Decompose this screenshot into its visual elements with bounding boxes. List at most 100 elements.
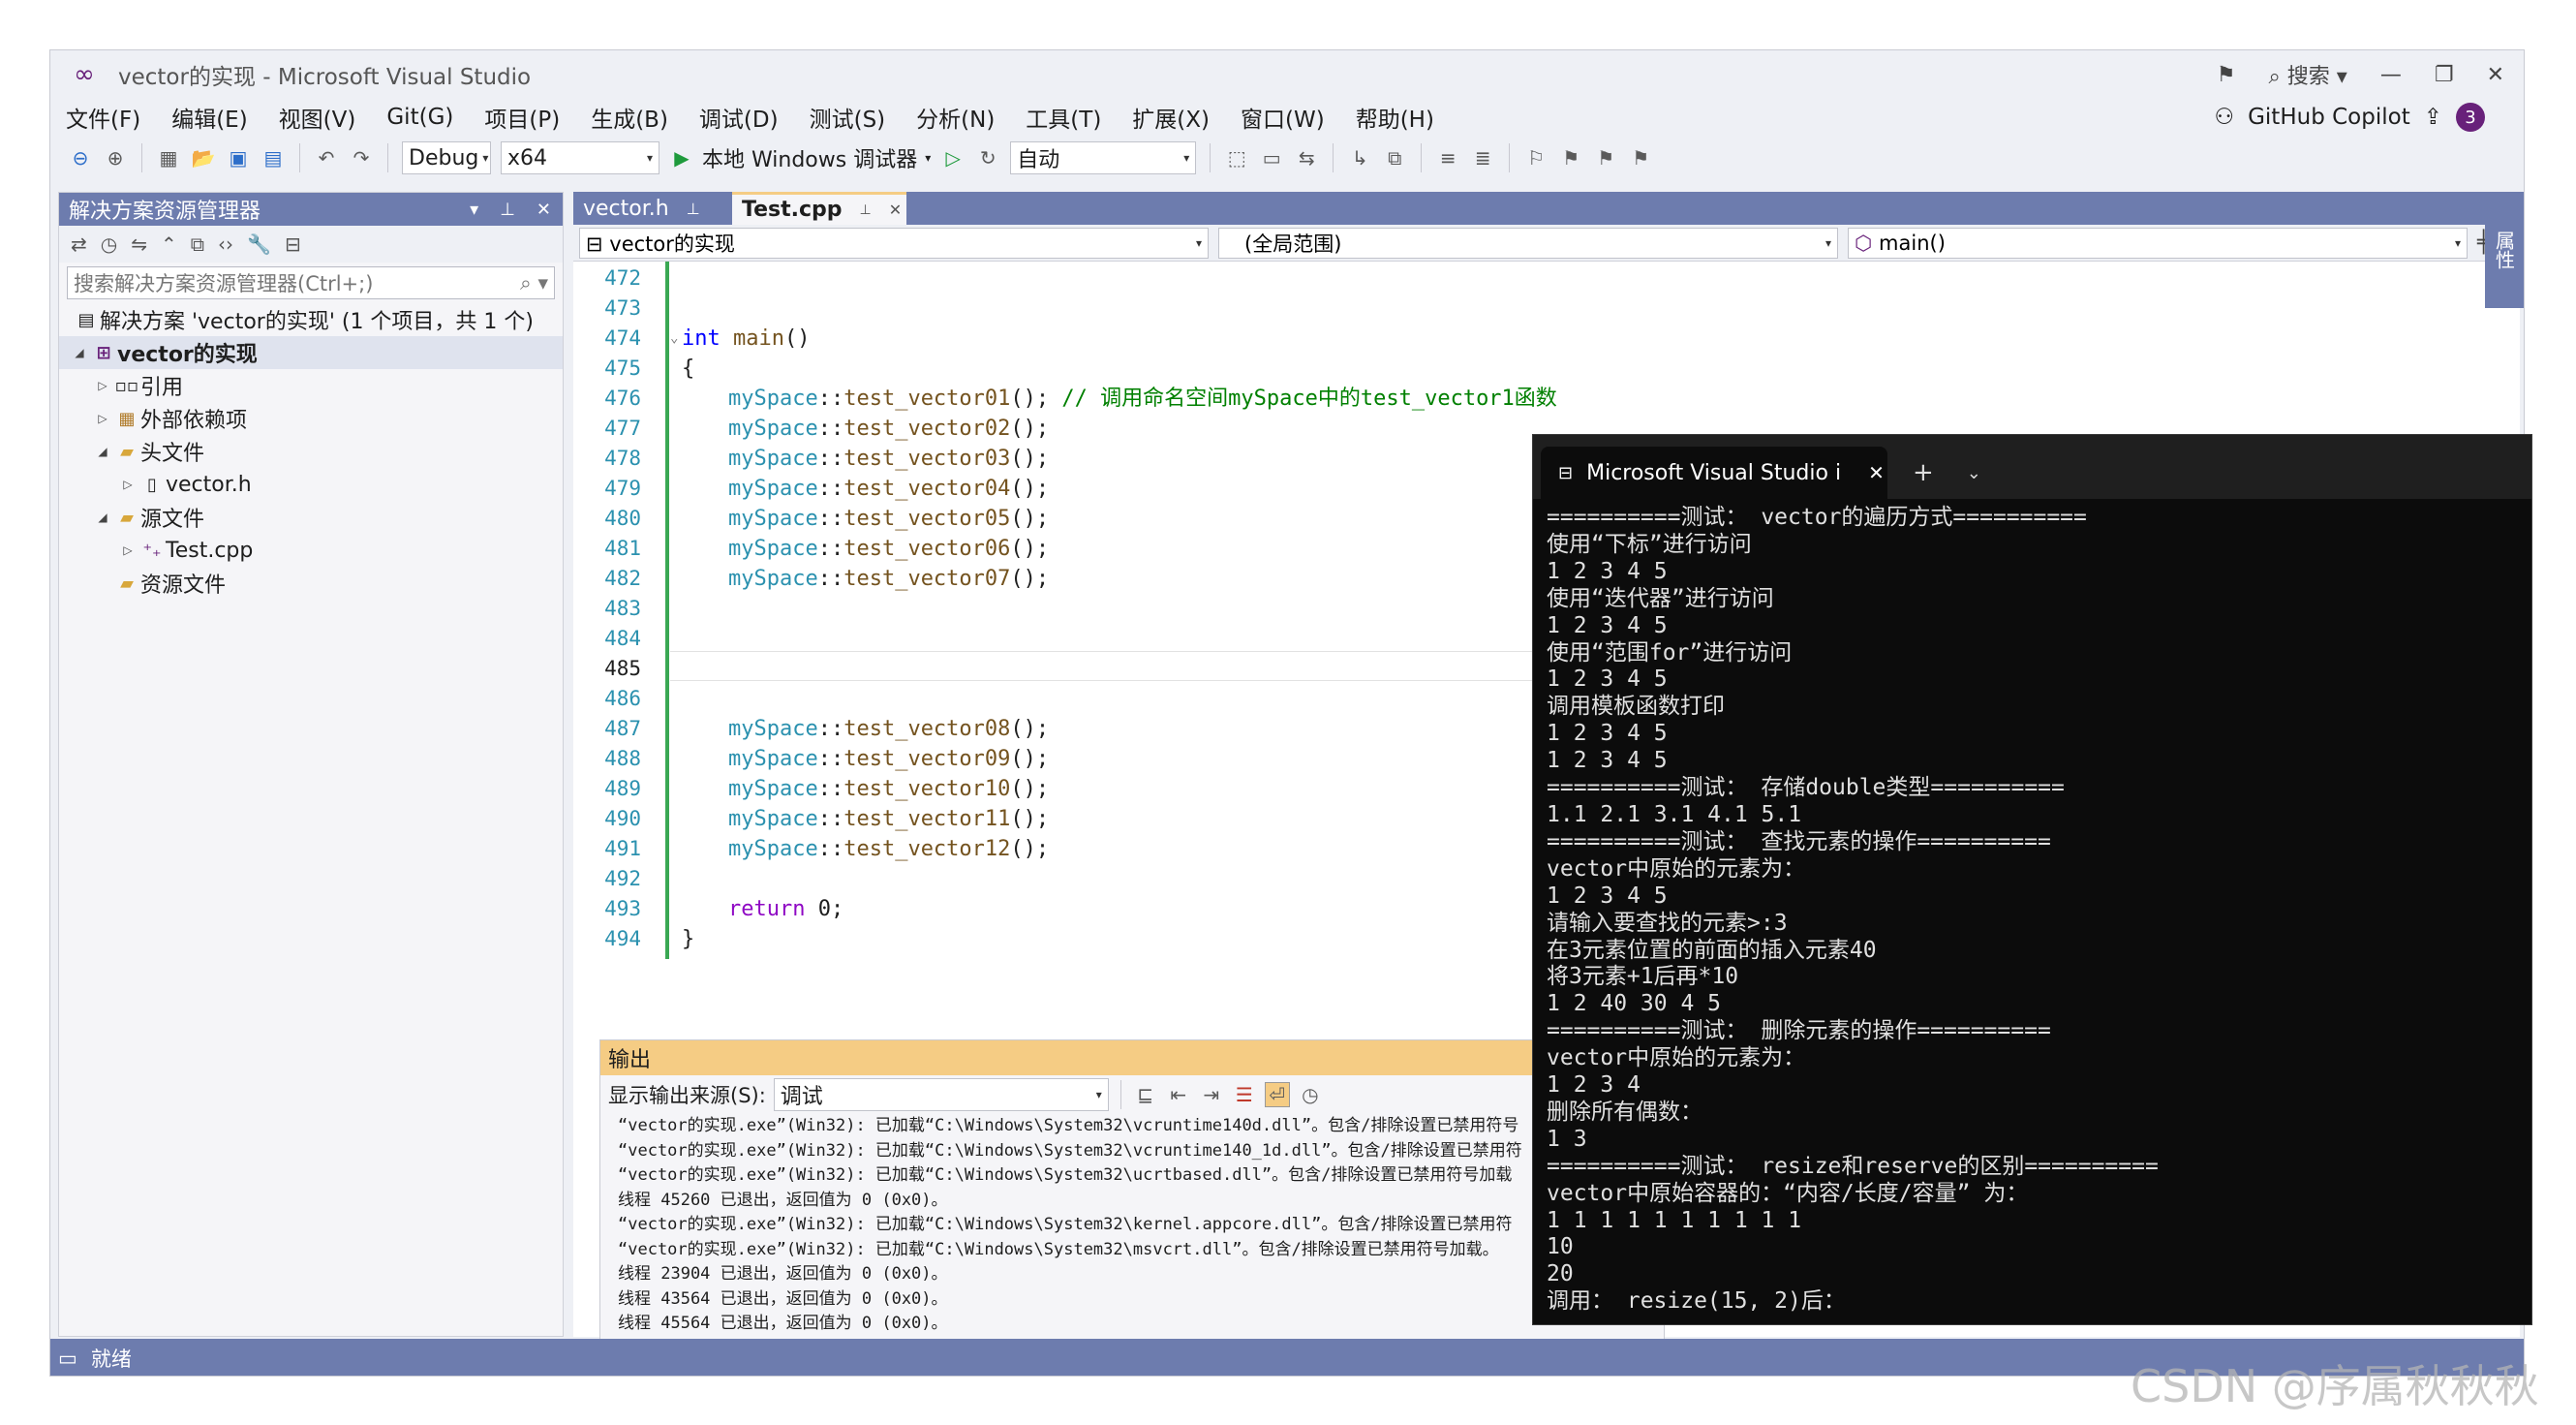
pin-icon[interactable]: ⊥ xyxy=(687,200,700,218)
save-all-icon[interactable]: ▤ xyxy=(261,145,286,170)
menu-project[interactable]: 项目(P) xyxy=(469,101,575,134)
chevron-down-icon[interactable]: ⌄ xyxy=(1967,463,1981,483)
project-nav-select[interactable]: ⊟ vector的实现 ▾ xyxy=(579,227,1209,259)
clear-all-icon[interactable]: ☰ xyxy=(1232,1082,1257,1107)
minimize-button[interactable]: — xyxy=(2380,63,2402,87)
collapsed-icon[interactable]: ▷ xyxy=(92,412,113,425)
expanded-icon[interactable]: ◢ xyxy=(92,511,113,524)
scope-nav-select[interactable]: (全局范围) ▾ xyxy=(1218,227,1838,259)
console-tab[interactable]: ⊟ Microsoft Visual Studio i ✕ xyxy=(1541,447,1887,499)
tree-item-external-deps[interactable]: ▷ ▦ 外部依赖项 xyxy=(59,402,563,435)
collapsed-icon[interactable]: ▷ xyxy=(117,543,138,557)
expanded-icon[interactable]: ◢ xyxy=(92,445,113,458)
layout-icon[interactable]: ▭ xyxy=(1259,145,1284,170)
menu-extensions[interactable]: 扩展(X) xyxy=(1117,101,1225,134)
redo-icon[interactable]: ↷ xyxy=(349,145,374,170)
diagnostics-icon[interactable]: ⇆ xyxy=(1294,145,1319,170)
console-line: 1 2 3 4 xyxy=(1547,1072,1641,1099)
back-icon[interactable]: ⊖ xyxy=(68,145,93,170)
fold-icon[interactable]: ⌄ xyxy=(670,324,678,354)
prev-message-icon[interactable]: ⇤ xyxy=(1166,1082,1191,1107)
pending-changes-icon[interactable]: ⇋ xyxy=(131,232,147,256)
menu-window[interactable]: 窗口(W) xyxy=(1225,101,1340,134)
menu-analyze[interactable]: 分析(N) xyxy=(901,101,1010,134)
comment-icon[interactable]: ≡ xyxy=(1435,145,1460,170)
notification-badge[interactable]: 3 xyxy=(2456,103,2485,132)
menu-test[interactable]: 测试(S) xyxy=(794,101,902,134)
menu-view[interactable]: 视图(V) xyxy=(263,101,372,134)
tree-item-solution[interactable]: ▤ 解决方案 'vector的实现' (1 个项目，共 1 个) xyxy=(59,303,563,336)
save-icon[interactable]: ▣ xyxy=(226,145,251,170)
configuration-select[interactable]: Debug ▾ xyxy=(402,141,491,174)
menu-edit[interactable]: 编辑(E) xyxy=(156,101,262,134)
properties-side-tab[interactable]: 属性 xyxy=(2485,192,2524,308)
timestamp-icon[interactable]: ◷ xyxy=(1298,1082,1323,1107)
github-copilot-button[interactable]: ⚇ GitHub Copilot ⇪ 3 xyxy=(2214,99,2485,136)
close-icon[interactable]: ✕ xyxy=(537,200,551,220)
tab-test-cpp[interactable]: Test.cpp ⊥ ✕ xyxy=(732,192,906,225)
feedback-icon[interactable]: ⚑ xyxy=(2217,63,2236,87)
tree-item-test-cpp[interactable]: ▷ ⁺₊ Test.cpp xyxy=(59,534,563,567)
tree-item-resources[interactable]: ▰ 资源文件 xyxy=(59,567,563,600)
menu-tools[interactable]: 工具(T) xyxy=(1010,101,1117,134)
open-folder-icon[interactable]: 📂 xyxy=(191,145,216,170)
close-icon[interactable]: ✕ xyxy=(1868,461,1885,484)
find-message-icon[interactable]: ⊑ xyxy=(1133,1082,1158,1107)
show-all-files-icon[interactable]: ⧉ xyxy=(191,232,204,256)
bookmark-icon[interactable]: ⚐ xyxy=(1523,145,1549,170)
tree-item-sources[interactable]: ◢ ▰ 源文件 xyxy=(59,501,563,534)
hot-reload-icon[interactable]: ↻ xyxy=(975,145,1000,170)
maximize-button[interactable]: ❐ xyxy=(2435,63,2454,87)
undo-icon[interactable]: ↶ xyxy=(314,145,339,170)
sync-icon[interactable]: ⇄ xyxy=(71,232,87,256)
line-number: 479 xyxy=(604,477,641,500)
line-number: 474 xyxy=(604,326,641,350)
start-debugging-button[interactable]: ▶ 本地 Windows 调试器 ▾ xyxy=(669,142,931,173)
word-wrap-icon[interactable]: ⏎ xyxy=(1264,1082,1290,1107)
copy-icon[interactable]: ⧉ xyxy=(1382,145,1407,170)
collapsed-icon[interactable]: ▷ xyxy=(117,478,138,491)
new-project-icon[interactable]: ▦ xyxy=(156,145,181,170)
code-view-icon[interactable]: ‹› xyxy=(218,232,233,256)
auto-select[interactable]: 自动 ▾ xyxy=(1010,141,1197,174)
menu-help[interactable]: 帮助(H) xyxy=(1340,101,1450,134)
prev-bookmark-icon[interactable]: ⚑ xyxy=(1558,145,1583,170)
browse-icon[interactable]: ⬚ xyxy=(1224,145,1249,170)
next-bookmark-icon[interactable]: ⚑ xyxy=(1593,145,1618,170)
code-token: () xyxy=(783,326,811,351)
forward-icon[interactable]: ⊕ xyxy=(103,145,128,170)
chevron-down-icon[interactable]: ▾ xyxy=(470,200,478,220)
collapsed-icon[interactable]: ▷ xyxy=(92,379,113,392)
clear-bookmarks-icon[interactable]: ⚑ xyxy=(1628,145,1653,170)
platform-select[interactable]: x64 ▾ xyxy=(501,141,659,174)
tree-item-headers[interactable]: ◢ ▰ 头文件 xyxy=(59,435,563,468)
step-icon[interactable]: ↳ xyxy=(1347,145,1372,170)
expanded-icon[interactable]: ◢ xyxy=(69,346,90,359)
new-tab-icon[interactable]: + xyxy=(1913,458,1934,487)
close-icon[interactable]: ✕ xyxy=(889,201,902,219)
menu-file[interactable]: 文件(F) xyxy=(50,101,156,134)
pin-icon[interactable]: ⊥ xyxy=(860,202,872,218)
start-without-debugging-icon[interactable]: ▷ xyxy=(940,145,966,170)
history-icon[interactable]: ◷ xyxy=(101,232,117,256)
tree-item-vector-h[interactable]: ▷ ▯ vector.h xyxy=(59,468,563,501)
menu-git[interactable]: Git(G) xyxy=(371,105,469,130)
uncomment-icon[interactable]: ≣ xyxy=(1470,145,1495,170)
pin-icon[interactable]: ⊥ xyxy=(500,200,515,220)
output-source-select[interactable]: 调试 ▾ xyxy=(773,1078,1109,1111)
properties-icon[interactable]: 🔧 xyxy=(247,232,271,256)
menu-debug[interactable]: 调试(D) xyxy=(684,101,794,134)
preview-icon[interactable]: ⊟ xyxy=(285,232,301,256)
collapse-all-icon[interactable]: ⌃ xyxy=(161,232,177,256)
tree-item-references[interactable]: ▷ ▫▫ 引用 xyxy=(59,369,563,402)
close-button[interactable]: ✕ xyxy=(2487,63,2504,87)
next-message-icon[interactable]: ⇥ xyxy=(1199,1082,1224,1107)
tab-vector-h[interactable]: vector.h ⊥ xyxy=(573,192,732,225)
output-line: “vector的实现.exe”(Win32): 已加载“C:\Windows\S… xyxy=(618,1140,1522,1161)
search-button[interactable]: ⌕ 搜索 ▾ xyxy=(2268,59,2346,90)
tree-item-project[interactable]: ◢ ⊞ vector的实现 xyxy=(59,336,563,369)
share-icon[interactable]: ⇪ xyxy=(2424,105,2442,130)
member-nav-select[interactable]: ⬡ main() ▾ xyxy=(1848,227,2468,259)
menu-build[interactable]: 生成(B) xyxy=(575,101,684,134)
solution-search-input[interactable]: 搜索解决方案资源管理器(Ctrl+;) ⌕ ▾ xyxy=(67,266,555,299)
